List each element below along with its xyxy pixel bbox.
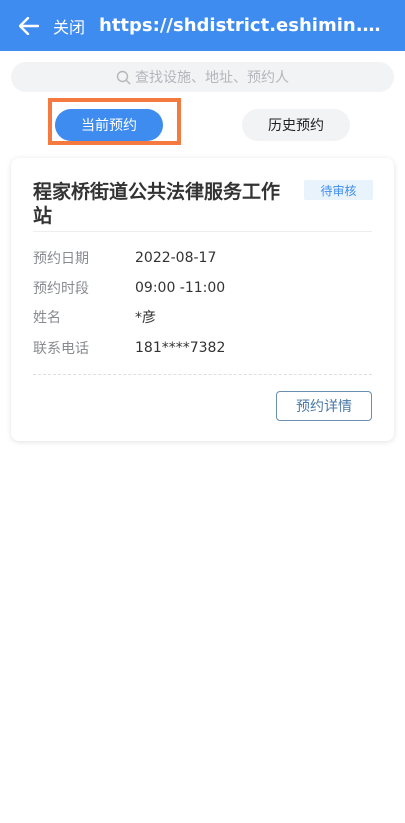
dashed-divider: [33, 374, 372, 375]
search-input[interactable]: 查找设施、地址、预约人: [11, 62, 394, 92]
status-badge: 待审核: [304, 180, 373, 200]
tab-history-reservation[interactable]: 历史预约: [242, 109, 350, 141]
info-row-time: 预约时段 09:00 -11:00: [33, 277, 372, 299]
info-label: 预约日期: [33, 251, 89, 267]
top-bar: 关闭 https://shdistrict.eshimin.com/...: [0, 0, 405, 51]
info-value: 09:00 -11:00: [135, 280, 226, 296]
info-value: *彦: [135, 310, 156, 326]
info-row-phone: 联系电话 181****7382: [33, 337, 372, 359]
facility-title: 程家桥街道公共法律服务工作站: [33, 181, 281, 227]
info-label: 联系电话: [33, 341, 89, 357]
reservation-card: 程家桥街道公共法律服务工作站 待审核 预约日期 2022-08-17 预约时段 …: [11, 158, 394, 441]
info-value: 2022-08-17: [135, 250, 217, 266]
back-arrow-icon[interactable]: [17, 14, 41, 38]
info-row-date: 预约日期 2022-08-17: [33, 247, 372, 269]
info-label: 预约时段: [33, 281, 89, 297]
tab-current-reservation[interactable]: 当前预约: [55, 109, 163, 141]
search-placeholder: 查找设施、地址、预约人: [135, 70, 289, 86]
page-url: https://shdistrict.eshimin.com/...: [99, 15, 387, 36]
search-icon: [116, 70, 131, 84]
info-label: 姓名: [33, 310, 61, 326]
close-button[interactable]: 关闭: [53, 14, 85, 38]
divider: [33, 231, 372, 232]
reservation-detail-button[interactable]: 预约详情: [276, 391, 372, 421]
info-row-name: 姓名 *彦: [33, 306, 372, 328]
info-value: 181****7382: [135, 340, 226, 356]
